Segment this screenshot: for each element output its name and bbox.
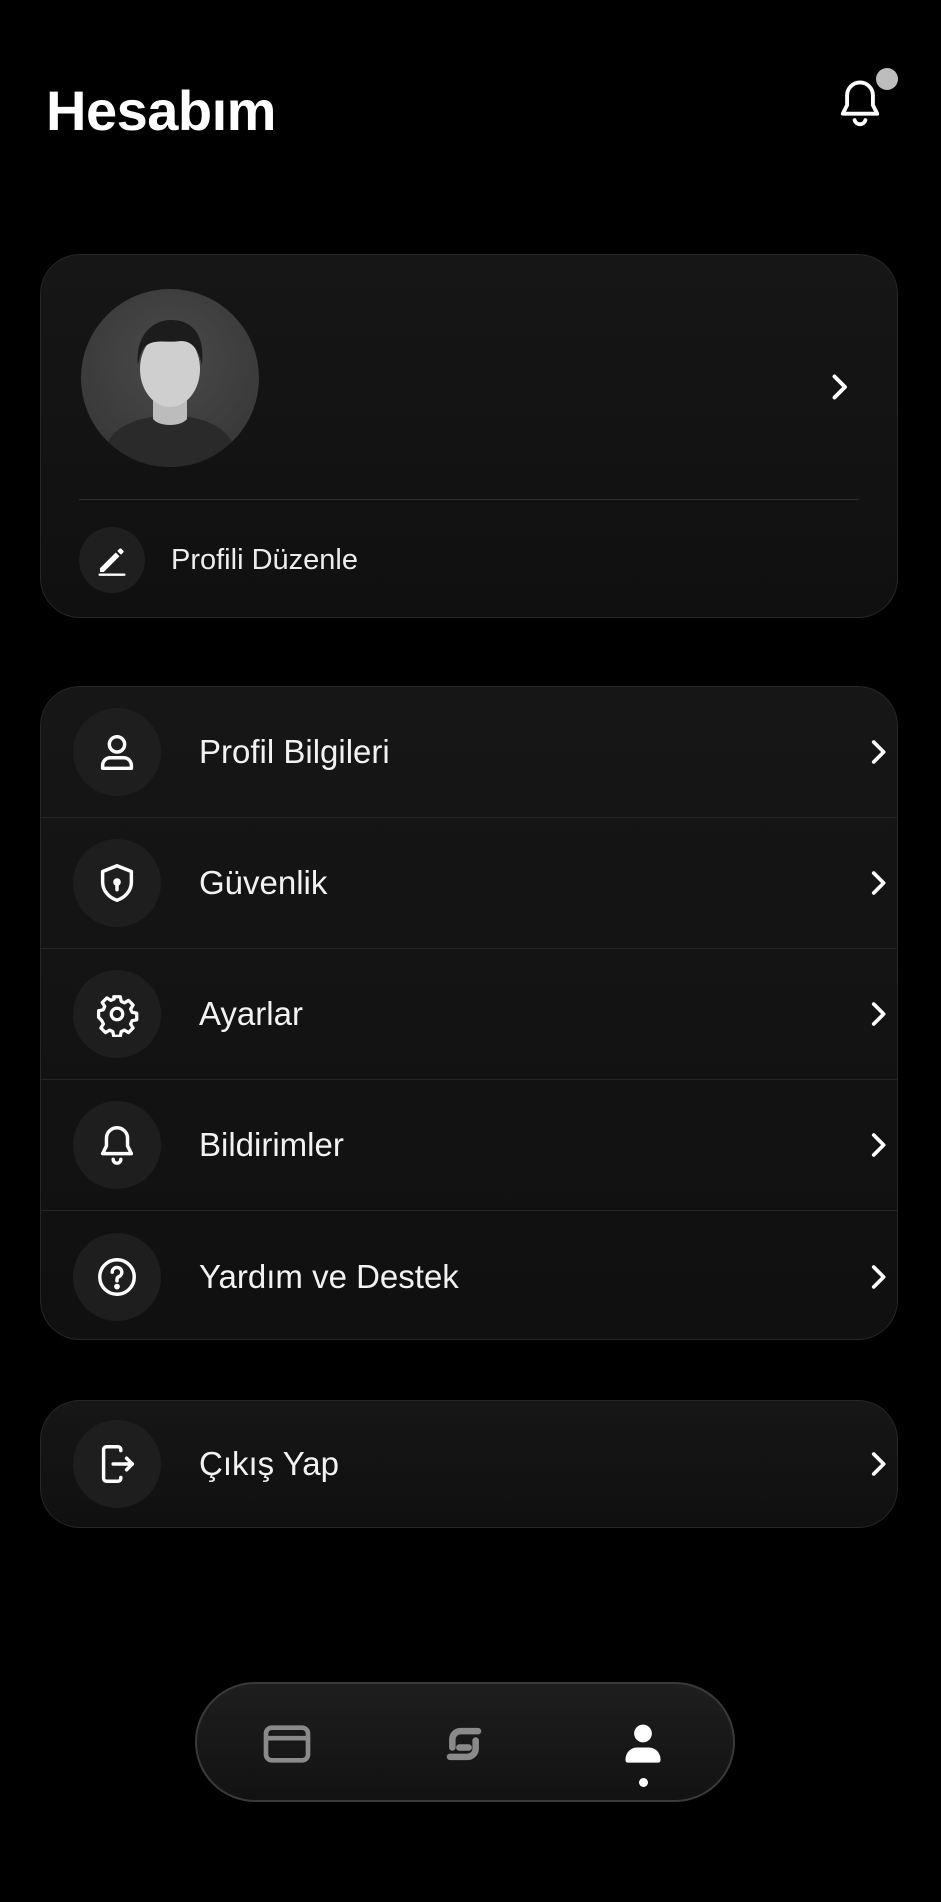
settings-menu: Profil Bilgileri Güvenlik Ayarlar Bildir… — [40, 686, 898, 1340]
chevron-right-icon — [871, 740, 886, 764]
icon-container — [73, 970, 161, 1058]
icon-container — [73, 1420, 161, 1508]
avatar — [81, 289, 259, 467]
profile-icon — [625, 1724, 661, 1763]
nav-item-cards[interactable] — [247, 1704, 327, 1784]
menu-item-settings[interactable]: Ayarlar — [41, 949, 897, 1080]
pencil-icon — [98, 548, 126, 576]
transfer-icon — [446, 1727, 482, 1761]
divider — [79, 499, 859, 500]
menu-item-notifications[interactable]: Bildirimler — [41, 1080, 897, 1211]
edit-icon-container — [79, 527, 145, 593]
logout-label: Çıkış Yap — [199, 1445, 340, 1482]
menu-item-security[interactable]: Güvenlik — [41, 818, 897, 949]
icon-container — [73, 708, 161, 796]
profile-card[interactable]: Profili Düzenle — [40, 254, 898, 618]
chevron-right-icon — [871, 1133, 886, 1157]
edit-profile-label: Profili Düzenle — [171, 543, 358, 576]
notifications-button[interactable] — [828, 68, 898, 136]
bell-icon — [100, 1126, 134, 1165]
header: Hesabım — [0, 0, 941, 220]
unread-dot — [876, 68, 898, 90]
logout-card: Çıkış Yap — [40, 1400, 898, 1528]
active-indicator — [639, 1778, 648, 1787]
chevron-right-icon — [871, 1002, 886, 1026]
shield-icon — [100, 864, 134, 902]
icon-container — [73, 839, 161, 927]
card-icon — [263, 1725, 311, 1763]
gear-icon — [96, 995, 139, 1037]
chevron-right-icon — [871, 1264, 886, 1289]
menu-item-label: Bildirimler — [199, 1126, 344, 1163]
chevron-right-icon — [832, 374, 847, 400]
menu-item-label: Ayarlar — [199, 995, 303, 1032]
menu-item-profile-info[interactable]: Profil Bilgileri — [41, 687, 897, 818]
nav-item-transfer[interactable] — [424, 1704, 504, 1784]
menu-item-help-support[interactable]: Yardım ve Destek — [41, 1211, 897, 1339]
bottom-nav — [195, 1682, 735, 1802]
icon-container — [73, 1232, 161, 1321]
nav-item-profile[interactable] — [603, 1704, 683, 1787]
chevron-right-icon — [871, 871, 886, 895]
menu-item-label: Güvenlik — [199, 864, 328, 901]
logout-icon — [101, 1445, 135, 1483]
logout-button[interactable]: Çıkış Yap — [41, 1401, 897, 1527]
edit-profile-button[interactable]: Profili Düzenle — [79, 525, 358, 595]
chevron-right-icon — [871, 1452, 886, 1476]
icon-container — [73, 1101, 161, 1189]
menu-item-label: Profil Bilgileri — [199, 733, 390, 770]
help-circle-icon — [98, 1257, 136, 1296]
page-title: Hesabım — [46, 79, 276, 142]
menu-item-label: Yardım ve Destek — [199, 1257, 459, 1295]
user-icon — [100, 734, 134, 771]
